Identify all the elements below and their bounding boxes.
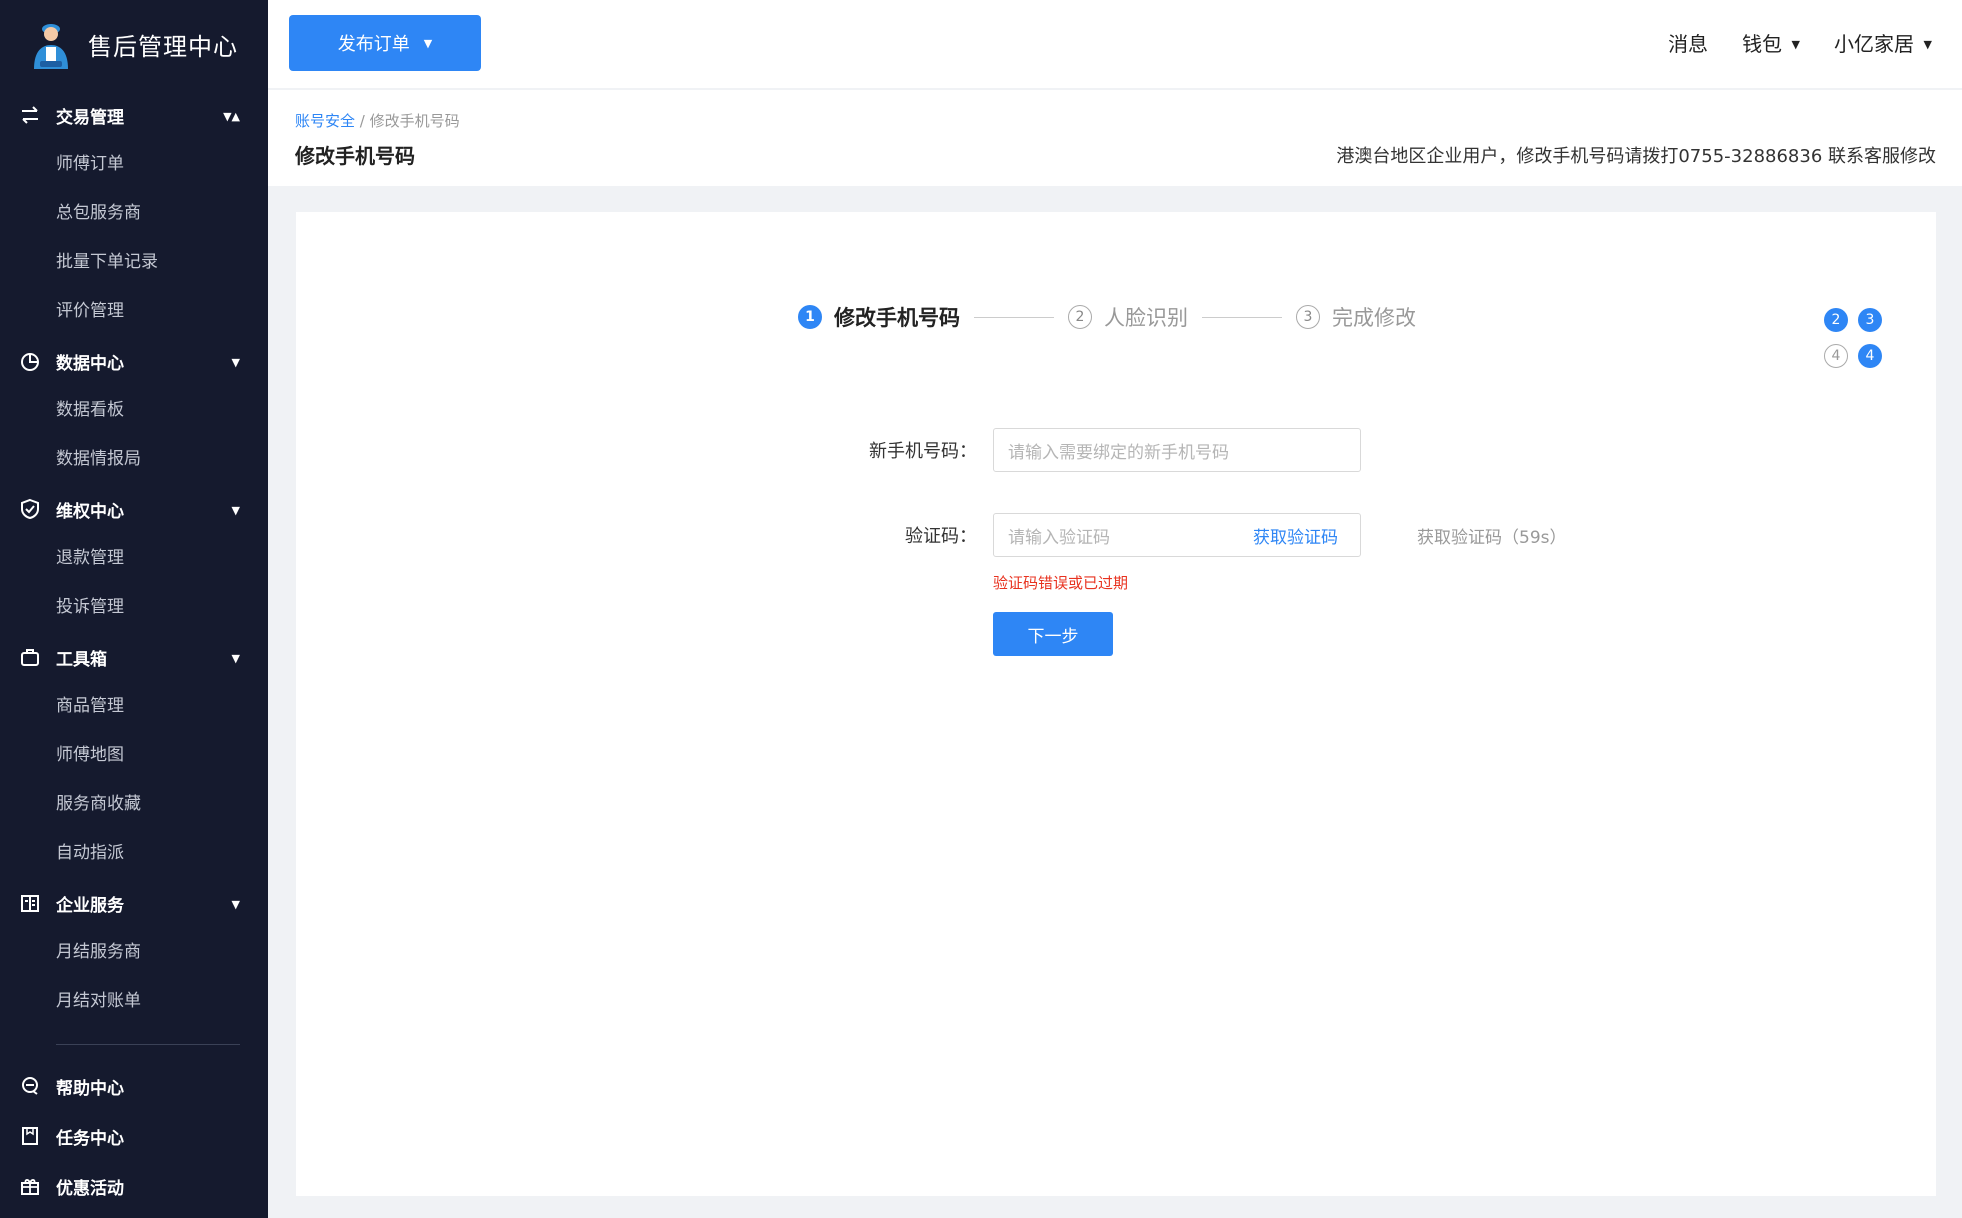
gift-icon <box>18 1174 42 1198</box>
code-placeholder: 请输入验证码 <box>1008 527 1110 548</box>
sidebar-item-complaints[interactable]: 投诉管理 <box>0 583 268 632</box>
sidebar-item-general-contractor[interactable]: 总包服务商 <box>0 189 268 238</box>
chevron-down-icon: ▼ <box>231 504 240 517</box>
step-number-samples: 2 3 4 4 <box>1824 308 1888 380</box>
next-step-button[interactable]: 下一步 <box>993 612 1113 656</box>
sidebar-item-task-center[interactable]: 任务中心 <box>0 1111 268 1161</box>
step-connector <box>1202 316 1282 318</box>
step-number: 2 <box>1068 305 1092 329</box>
pie-chart-icon <box>18 349 42 373</box>
sidebar-item-master-map[interactable]: 师傅地图 <box>0 731 268 780</box>
sidebar-group-label: 维权中心 <box>56 501 124 522</box>
step-complete: 3 完成修改 <box>1296 302 1416 332</box>
messages-link[interactable]: 消息 <box>1668 28 1708 57</box>
sidebar-group-enterprise[interactable]: 企业服务 ▼ <box>0 878 268 928</box>
brand-title: 售后管理中心 <box>88 32 238 61</box>
step-label: 人脸识别 <box>1104 306 1188 330</box>
page-title: 修改手机号码 <box>295 144 415 168</box>
step-connector <box>974 316 1054 318</box>
sidebar-item-products[interactable]: 商品管理 <box>0 682 268 731</box>
user-dropdown[interactable]: 小亿家居 <box>1834 28 1932 57</box>
breadcrumb: 账号安全 / 修改手机号码 <box>295 110 460 131</box>
code-row: 验证码： 请输入验证码 获取验证码 获取验证码（59s） <box>813 513 1567 557</box>
verification-code-input[interactable]: 请输入验证码 获取验证码 <box>993 513 1361 557</box>
chevron-down-icon: ▼ <box>231 356 240 369</box>
mini-step-badge: 3 <box>1858 308 1882 332</box>
worker-avatar-icon <box>26 17 76 71</box>
sidebar-group-label: 帮助中心 <box>56 1078 124 1099</box>
caret-up-icon: ▼▲ <box>223 110 240 123</box>
brand: 售后管理中心 <box>26 14 238 74</box>
step-number: 1 <box>798 305 822 329</box>
building-icon <box>18 891 42 915</box>
toolbox-icon <box>18 645 42 669</box>
chat-icon <box>18 1074 42 1098</box>
breadcrumb-current: 修改手机号码 <box>369 112 460 130</box>
step-label: 修改手机号码 <box>834 306 960 330</box>
document-icon <box>18 1124 42 1148</box>
step-label: 完成修改 <box>1332 306 1416 330</box>
mini-step-badge: 2 <box>1824 308 1848 332</box>
sidebar-item-monthly-statements[interactable]: 月结对账单 <box>0 977 268 1026</box>
sidebar-item-data-intel[interactable]: 数据情报局 <box>0 435 268 484</box>
sidebar-group-rights[interactable]: 维权中心 ▼ <box>0 484 268 534</box>
top-header: 发布订单 ▼ 消息 钱包 小亿家居 <box>268 0 1962 88</box>
chevron-down-icon: ▼ <box>231 898 240 911</box>
sidebar-item-promotions[interactable]: 优惠活动 <box>0 1161 268 1211</box>
sidebar-item-refunds[interactable]: 退款管理 <box>0 534 268 583</box>
support-notice: 港澳台地区企业用户，修改手机号码请拨打0755-32886836 联系客服修改 <box>1336 146 1936 167</box>
sidebar-item-help-center[interactable]: 帮助中心 <box>0 1061 268 1111</box>
sidebar-group-label: 数据中心 <box>56 353 124 374</box>
sidebar-item-auto-assign[interactable]: 自动指派 <box>0 829 268 878</box>
code-countdown: 获取验证码（59s） <box>1417 527 1567 548</box>
breadcrumb-account-security[interactable]: 账号安全 <box>295 112 355 130</box>
publish-order-button[interactable]: 发布订单 ▼ <box>289 15 481 71</box>
phone-label: 新手机号码： <box>869 441 977 462</box>
sidebar-item-master-orders[interactable]: 师傅订单 <box>0 140 268 189</box>
code-label: 验证码： <box>905 526 977 547</box>
sidebar-divider <box>56 1044 240 1045</box>
content-card: 1 修改手机号码 2 人脸识别 3 完成修改 2 3 4 4 新手机号码： 请输… <box>296 212 1936 1196</box>
sidebar-item-monthly-providers[interactable]: 月结服务商 <box>0 928 268 977</box>
sidebar-group-trade[interactable]: 交易管理 ▼▲ <box>0 90 268 140</box>
sidebar-group-label: 交易管理 <box>56 107 124 128</box>
sidebar-group-label: 企业服务 <box>56 895 124 916</box>
sidebar-item-favorites[interactable]: 服务商收藏 <box>0 780 268 829</box>
sidebar-item-dashboard[interactable]: 数据看板 <box>0 386 268 435</box>
step-face-recognition: 2 人脸识别 <box>1068 302 1188 332</box>
get-code-link[interactable]: 获取验证码 <box>1253 523 1338 548</box>
publish-order-label: 发布订单 <box>337 34 410 55</box>
breadcrumb-separator: / <box>355 112 370 130</box>
sidebar-group-data[interactable]: 数据中心 ▼ <box>0 336 268 386</box>
sidebar-group-label: 任务中心 <box>56 1128 124 1149</box>
sidebar: 售后管理中心 交易管理 ▼▲ 师傅订单 总包服务商 批量下单记录 评价管理 数据… <box>0 0 268 1218</box>
sidebar-item-reviews[interactable]: 评价管理 <box>0 287 268 336</box>
swap-icon <box>18 103 42 127</box>
sidebar-group-label: 优惠活动 <box>56 1178 124 1199</box>
chevron-down-icon: ▼ <box>231 652 240 665</box>
new-phone-input[interactable]: 请输入需要绑定的新手机号码 <box>993 428 1361 472</box>
wallet-dropdown[interactable]: 钱包 <box>1742 28 1800 57</box>
sidebar-group-toolbox[interactable]: 工具箱 ▼ <box>0 632 268 682</box>
sidebar-group-label: 工具箱 <box>56 649 107 670</box>
step-number: 3 <box>1296 305 1320 329</box>
shield-icon <box>18 497 42 521</box>
phone-placeholder: 请输入需要绑定的新手机号码 <box>1008 442 1229 463</box>
step-change-phone: 1 修改手机号码 <box>798 302 960 332</box>
mini-step-badge: 4 <box>1824 344 1848 368</box>
top-right-menu: 消息 钱包 小亿家居 <box>1668 28 1932 57</box>
page-header: 账号安全 / 修改手机号码 修改手机号码 港澳台地区企业用户，修改手机号码请拨打… <box>268 90 1962 186</box>
steps-bar: 1 修改手机号码 2 人脸识别 3 完成修改 <box>798 302 1416 332</box>
mini-step-badge: 4 <box>1858 344 1882 368</box>
sidebar-nav: 交易管理 ▼▲ 师傅订单 总包服务商 批量下单记录 评价管理 数据中心 ▼ 数据… <box>0 90 268 1211</box>
phone-row: 新手机号码： 请输入需要绑定的新手机号码 <box>813 428 1361 472</box>
code-error-message: 验证码错误或已过期 <box>993 574 1129 592</box>
caret-down-icon: ▼ <box>423 36 433 50</box>
sidebar-item-batch-records[interactable]: 批量下单记录 <box>0 238 268 287</box>
